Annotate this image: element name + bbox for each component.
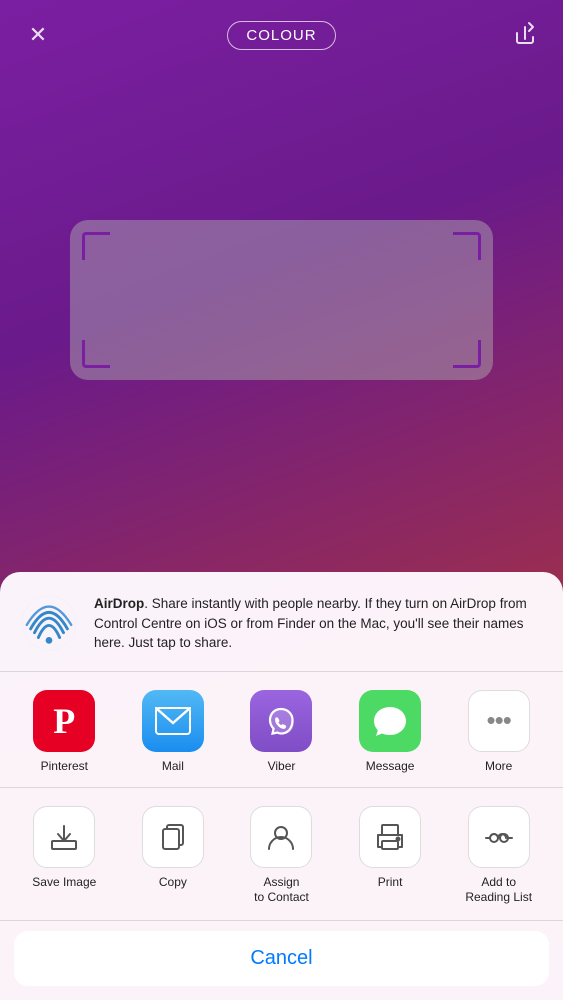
share-sheet: AirDrop. Share instantly with people nea…: [0, 572, 563, 1000]
pinterest-label: Pinterest: [41, 759, 88, 773]
message-app-item[interactable]: Message: [345, 690, 435, 773]
cancel-button[interactable]: Cancel: [14, 931, 549, 986]
share-icon: [513, 21, 537, 50]
add-to-reading-list-action[interactable]: Add toReading List: [454, 806, 544, 906]
save-image-action[interactable]: Save Image: [19, 806, 109, 891]
viber-label: Viber: [268, 759, 296, 773]
print-icon: [359, 806, 421, 868]
mail-icon: [142, 690, 204, 752]
mail-label: Mail: [162, 759, 184, 773]
airdrop-icon: [20, 594, 78, 652]
qr-card: [70, 220, 493, 380]
more-icon: •••: [468, 690, 530, 752]
qr-corner-tl: [82, 232, 110, 260]
page-title: COLOUR: [227, 21, 335, 50]
assign-to-contact-action[interactable]: Assignto Contact: [236, 806, 326, 906]
airdrop-title: AirDrop: [94, 596, 144, 611]
message-label: Message: [366, 759, 415, 773]
message-icon: [359, 690, 421, 752]
qr-corner-bl: [82, 340, 110, 368]
mail-app-item[interactable]: Mail: [128, 690, 218, 773]
airdrop-body: . Share instantly with people nearby. If…: [94, 596, 527, 650]
cancel-section: Cancel: [0, 921, 563, 1000]
assign-to-contact-label: Assignto Contact: [254, 875, 309, 906]
share-button[interactable]: [507, 17, 543, 53]
more-label: More: [485, 759, 512, 773]
assign-to-contact-icon: [250, 806, 312, 868]
app-share-row: P Pinterest Mail Viber: [0, 672, 563, 788]
qr-corner-br: [453, 340, 481, 368]
copy-action[interactable]: Copy: [128, 806, 218, 891]
viber-app-item[interactable]: Viber: [236, 690, 326, 773]
copy-label: Copy: [159, 875, 187, 891]
add-to-reading-list-label: Add toReading List: [465, 875, 532, 906]
airdrop-section: AirDrop. Share instantly with people nea…: [0, 572, 563, 672]
close-icon: ✕: [29, 24, 47, 46]
save-image-icon: [33, 806, 95, 868]
close-button[interactable]: ✕: [20, 17, 56, 53]
pinterest-icon: P: [33, 690, 95, 752]
print-label: Print: [378, 875, 403, 891]
qr-corner-tr: [453, 232, 481, 260]
top-bar: ✕ COLOUR: [0, 0, 563, 70]
more-app-item[interactable]: ••• More: [454, 690, 544, 773]
copy-icon: [142, 806, 204, 868]
airdrop-description: AirDrop. Share instantly with people nea…: [94, 594, 543, 653]
print-action[interactable]: Print: [345, 806, 435, 891]
save-image-label: Save Image: [32, 875, 96, 891]
pinterest-app-item[interactable]: P Pinterest: [19, 690, 109, 773]
action-row: Save Image Copy Assignto Contact: [0, 788, 563, 921]
add-to-reading-list-icon: [468, 806, 530, 868]
viber-icon: [250, 690, 312, 752]
